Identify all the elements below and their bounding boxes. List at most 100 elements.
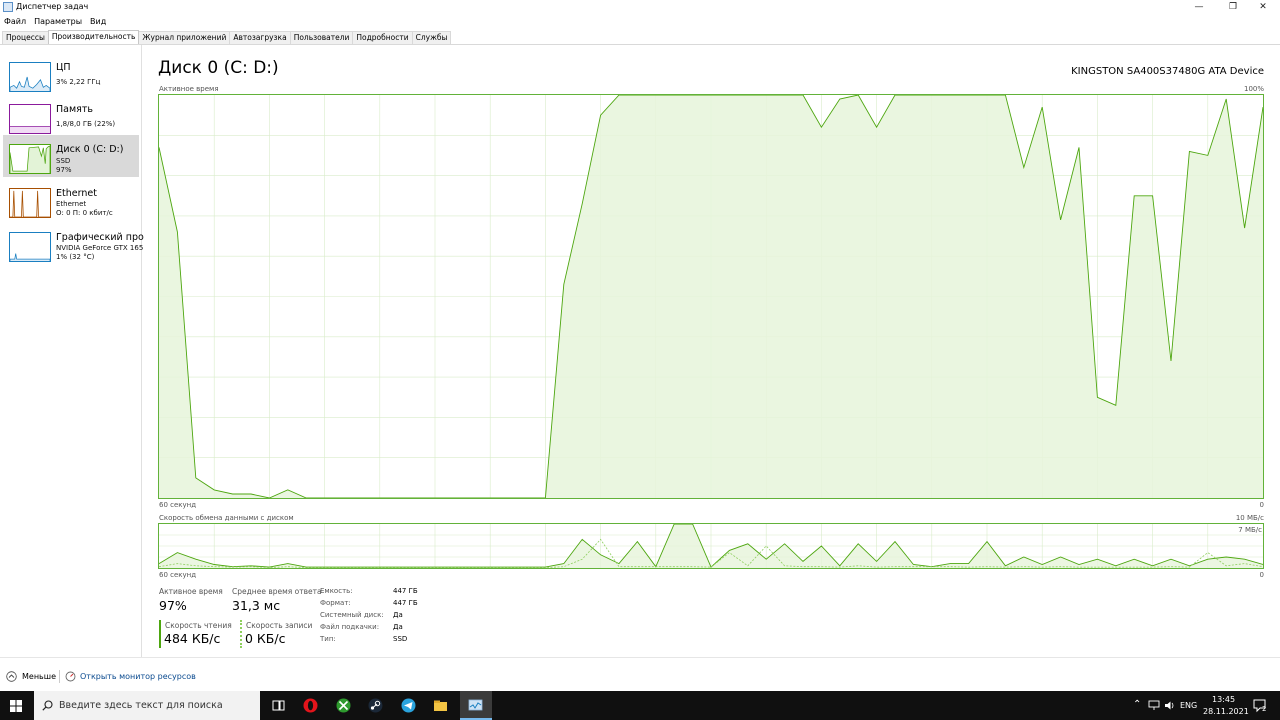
sidebar-item-adapter: Ethernet (56, 200, 87, 208)
active-time-label: Активное время (159, 587, 223, 596)
sidebar-item-disk-0[interactable]: Диск 0 (C: D:) SSD 97% (3, 135, 139, 177)
minimize-button[interactable]: — (1182, 0, 1216, 15)
sidebar-item-detail: 97% (56, 166, 72, 174)
prop-format-value: 447 ГБ (393, 599, 418, 607)
prop-capacity-value: 447 ГБ (393, 587, 418, 595)
taskbar-search-box[interactable]: Введите здесь текст для поиска (34, 691, 260, 720)
sidebar-item-detail: 1% (32 °C) (56, 253, 95, 261)
sidebar-item-gpu[interactable]: Графический про NVIDIA GeForce GTX 165 1… (3, 223, 144, 265)
cpu-graph-icon (9, 62, 51, 92)
tab-startup[interactable]: Автозагрузка (229, 31, 291, 44)
write-speed-legend-line (240, 620, 242, 648)
tab-performance[interactable]: Производительность (47, 30, 140, 44)
network-icon[interactable] (1148, 700, 1160, 711)
steam-icon[interactable] (367, 697, 384, 714)
taskbar: Введите здесь текст для поиска ⌃ ENG 13:… (0, 691, 1280, 720)
xbox-app-icon[interactable] (335, 697, 352, 714)
menu-bar: Файл Параметры Вид (0, 15, 106, 29)
write-speed-label: Скорость записи (246, 621, 313, 630)
sidebar-item-ethernet[interactable]: Ethernet Ethernet О: 0 П: 0 кбит/с (3, 179, 139, 221)
volume-icon[interactable] (1164, 700, 1176, 711)
task-manager-taskbar-icon[interactable] (467, 697, 484, 714)
disk-graph-icon (9, 144, 51, 174)
sidebar-item-adapter: NVIDIA GeForce GTX 165 (56, 244, 144, 252)
maximize-button[interactable]: ❐ (1216, 0, 1250, 15)
telegram-icon[interactable] (400, 697, 417, 714)
tab-processes[interactable]: Процессы (2, 31, 49, 44)
sidebar-item-title: Ethernet (56, 188, 97, 199)
transfer-rate-graph (158, 523, 1264, 569)
footer-separator (59, 670, 60, 683)
window-title: Диспетчер задач (16, 2, 89, 11)
tab-divider (0, 44, 1280, 45)
sidebar-item-detail: О: 0 П: 0 кбит/с (56, 209, 113, 217)
tab-strip: Процессы Производительность Журнал прило… (2, 30, 452, 44)
task-manager-window: Диспетчер задач — ❐ ✕ Файл Параметры Вид… (0, 0, 1280, 691)
tab-users[interactable]: Пользователи (289, 31, 354, 44)
active-time-value: 97% (159, 598, 187, 613)
transfer-graph-inner-scale: 7 МБ/с (1238, 526, 1262, 534)
active-time-graph-x-right: 0 (1259, 501, 1264, 509)
title-bar: Диспетчер задач — ❐ ✕ (0, 0, 1280, 15)
sidebar-item-detail: 3% 2,22 ГГц (56, 78, 101, 86)
sidebar-item-title: Диск 0 (C: D:) (56, 144, 124, 155)
tab-app-history[interactable]: Журнал приложений (138, 31, 231, 44)
fewer-details-button[interactable]: Меньше (22, 672, 56, 681)
memory-graph-icon (9, 104, 51, 134)
active-time-graph (158, 94, 1264, 499)
sidebar-item-cpu[interactable]: ЦП 3% 2,22 ГГц (3, 53, 139, 95)
transfer-graph-x-left: 60 секунд (159, 571, 197, 579)
task-manager-app-icon (3, 2, 13, 12)
sidebar-item-title: ЦП (56, 62, 71, 73)
sidebar-item-title: Графический про (56, 232, 144, 243)
prop-type-value: SSD (393, 635, 408, 643)
gpu-graph-icon (9, 232, 51, 262)
search-icon (42, 700, 53, 711)
tab-services[interactable]: Службы (411, 31, 452, 44)
close-button[interactable]: ✕ (1246, 0, 1280, 15)
menu-options[interactable]: Параметры (34, 15, 82, 29)
prop-capacity-key: Емкость: (320, 587, 353, 595)
transfer-graph-x-right: 0 (1259, 571, 1264, 579)
prop-system-disk-value: Да (393, 611, 403, 619)
clock-time[interactable]: 13:45 (1212, 695, 1235, 704)
ethernet-graph-icon (9, 188, 51, 218)
tray-chevron-icon[interactable]: ⌃ (1133, 699, 1141, 710)
menu-file[interactable]: Файл (4, 15, 26, 29)
resource-monitor-icon[interactable] (65, 671, 76, 682)
read-speed-label: Скорость чтения (165, 621, 232, 630)
device-name: KINGSTON SA400S37480G ATA Device (1071, 66, 1264, 77)
notifications-count: 2 (1262, 705, 1267, 713)
keyboard-language[interactable]: ENG (1180, 701, 1197, 710)
active-time-graph-x-left: 60 секунд (159, 501, 197, 509)
file-explorer-icon[interactable] (432, 697, 449, 714)
avg-response-value: 31,3 мс (232, 598, 281, 613)
chevron-up-icon[interactable] (6, 671, 17, 682)
transfer-graph-label: Скорость обмена данными с диском (159, 514, 294, 522)
performance-sidebar: ЦП 3% 2,22 ГГц Память 1,8/8,0 ГБ (22%) Д… (0, 45, 144, 657)
transfer-graph-max: 10 МБ/с (1235, 514, 1264, 522)
write-speed-value: 0 КБ/с (245, 631, 286, 646)
task-view-icon[interactable] (270, 697, 287, 714)
sidebar-item-memory[interactable]: Память 1,8/8,0 ГБ (22%) (3, 95, 139, 137)
active-time-graph-label: Активное время (159, 85, 219, 93)
avg-response-label: Среднее время ответа (232, 587, 322, 596)
prop-pagefile-value: Да (393, 623, 403, 631)
tab-details[interactable]: Подробности (352, 31, 413, 44)
sidebar-item-detail: 1,8/8,0 ГБ (22%) (56, 120, 116, 128)
page-title: Диск 0 (C: D:) (158, 58, 279, 78)
prop-pagefile-key: Файл подкачки: (320, 623, 380, 631)
active-time-graph-max: 100% (1243, 85, 1264, 93)
open-resource-monitor-link[interactable]: Открыть монитор ресурсов (80, 672, 196, 681)
prop-system-disk-key: Системный диск: (320, 611, 384, 619)
windows-start-icon[interactable] (10, 700, 22, 712)
menu-view[interactable]: Вид (90, 15, 106, 29)
sidebar-item-title: Память (56, 104, 93, 115)
opera-browser-icon[interactable] (302, 697, 319, 714)
footer-divider (0, 657, 1280, 658)
prop-type-key: Тип: (320, 635, 336, 643)
clock-date[interactable]: 28.11.2021 (1203, 707, 1249, 716)
prop-format-key: Формат: (320, 599, 351, 607)
read-speed-value: 484 КБ/с (164, 631, 221, 646)
sidebar-item-type: SSD (56, 157, 71, 165)
